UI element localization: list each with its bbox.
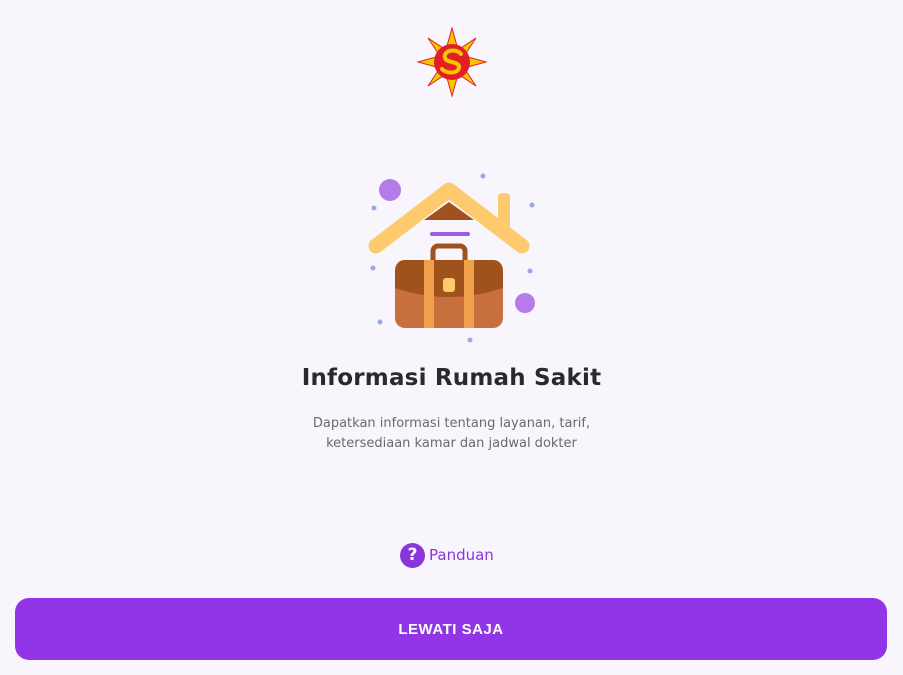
briefcase-house-illustration xyxy=(368,173,535,343)
skip-button[interactable]: LEWATI SAJA xyxy=(15,598,887,660)
page-title: Informasi Rumah Sakit xyxy=(301,365,602,391)
guide-link[interactable]: ? Panduan xyxy=(400,542,494,568)
hospital-logo-icon xyxy=(416,26,488,98)
skip-button-label: LEWATI SAJA xyxy=(398,620,504,638)
description-line-1: Dapatkan informasi tentang layanan, tari… xyxy=(312,416,591,431)
question-icon: ? xyxy=(400,542,425,568)
guide-label: Panduan xyxy=(429,546,494,564)
description-line-2: ketersediaan kamar dan jadwal dokter xyxy=(326,436,577,451)
decorative-dot xyxy=(379,179,401,201)
page-description: Dapatkan informasi tentang layanan, tari… xyxy=(0,414,903,454)
decorative-dot xyxy=(515,293,535,313)
